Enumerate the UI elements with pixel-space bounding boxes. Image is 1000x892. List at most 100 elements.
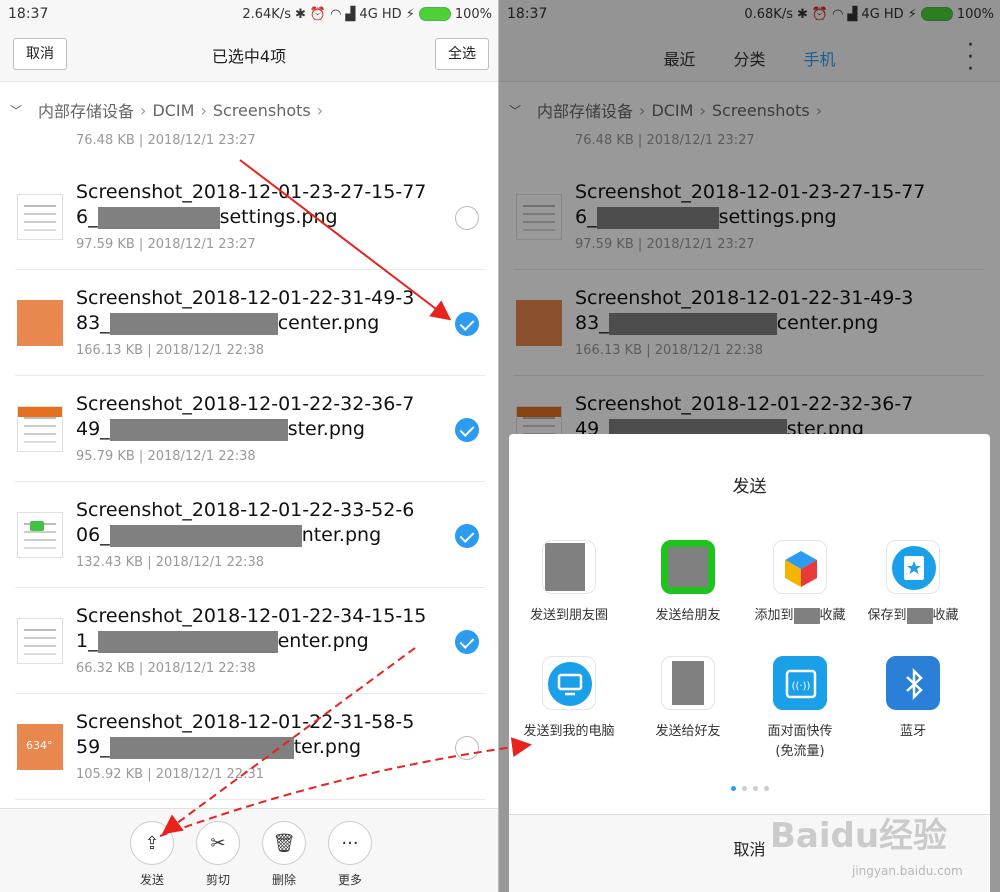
breadcrumb-item[interactable]: 内部存储设备: [38, 98, 134, 122]
star-save-icon: [886, 540, 940, 594]
signal-icon: ▟: [345, 6, 356, 22]
collapse-chevron-icon[interactable]: ﹀: [10, 102, 22, 119]
qq-icon: [661, 656, 715, 710]
cut-button[interactable]: ✂ 剪切: [188, 821, 248, 888]
file-meta: 132.43 KB | 2018/12/1 22:38: [76, 555, 264, 570]
app-label: 发送到朋友圈: [529, 608, 608, 623]
thumbnail-text: 634°: [26, 739, 53, 752]
wifi-icon: ◠: [330, 6, 342, 22]
file-size: 76.48 KB: [76, 133, 135, 148]
file-name: Screenshot_2018-12-01-22-32-36-7 49_ ster.…: [76, 393, 415, 441]
file-meta: 66.32 KB | 2018/12/1 22:38: [76, 661, 256, 676]
selection-title: 已选中4项: [211, 47, 287, 66]
share-friend-button[interactable]: 发送给朋友: [628, 540, 748, 626]
page-dot: [741, 786, 747, 791]
app-label: 添加到 收藏: [754, 607, 846, 624]
more-label: 更多: [337, 873, 362, 887]
chevron-right-icon: ›: [140, 100, 147, 120]
network-type: 4G HD: [359, 6, 402, 22]
save-favorites-button[interactable]: 保存到 收藏: [853, 540, 973, 626]
breadcrumb: ﹀ 内部存储设备 › DCIM › Screenshots ›: [0, 82, 498, 138]
file-name: Screenshot_2018-12-01-22-33-52-6 06_ nter.…: [76, 499, 415, 547]
bluetooth-status-icon: ✱: [294, 6, 306, 22]
file-meta: 166.13 KB | 2018/12/1 22:38: [76, 343, 264, 358]
app-label: 发送到我的电脑: [523, 724, 615, 739]
file-name: Screenshot_2018-12-01-22-34-15-15 1_ enter…: [76, 605, 427, 653]
file-thumbnail: [17, 406, 63, 452]
status-time: 18:37: [8, 6, 49, 22]
select-checkbox-checked[interactable]: [455, 630, 479, 654]
charging-icon: ⚡: [405, 6, 415, 22]
file-thumbnail: [17, 618, 63, 664]
face-transfer-icon: ((·)): [773, 656, 827, 710]
network-speed: 2.64K/s: [242, 6, 291, 22]
breadcrumb-item[interactable]: Screenshots: [213, 101, 311, 120]
chevron-right-icon: ›: [200, 100, 207, 120]
face-transfer-button[interactable]: ((·)) 面对面快传 (免流量): [740, 656, 860, 762]
file-thumbnail: [17, 194, 63, 240]
send-to-pc-button[interactable]: 发送到我的电脑: [509, 656, 629, 742]
breadcrumb-item[interactable]: DCIM: [152, 101, 194, 120]
page-dot: [763, 786, 769, 791]
bottom-action-bar: ⇪ 发送 ✂ 剪切 🗑 删除 ··· 更多: [0, 808, 498, 892]
more-dots-icon: ···: [328, 821, 372, 865]
share-moments-button[interactable]: 发送到朋友圈: [509, 540, 629, 626]
chevron-right-icon: ›: [316, 100, 324, 120]
file-name: Screenshot_2018-12-01-23-27-15-77 6_ setti…: [76, 181, 427, 229]
select-checkbox[interactable]: [455, 736, 479, 760]
redaction-block: [109, 736, 294, 759]
send-button[interactable]: ⇪ 发送: [122, 821, 182, 888]
bluetooth-share-button[interactable]: 蓝牙: [853, 656, 973, 742]
delete-button[interactable]: 🗑 删除: [254, 821, 314, 888]
selection-header: 取消 已选中4项 全选: [0, 28, 498, 82]
page-indicator: [509, 786, 990, 791]
file-manager-select-panel: 18:37 2.64K/s ✱ ⏰ ◠ ▟ 4G HD ⚡ 100% 取消 已选…: [0, 0, 498, 892]
share-upload-icon: ⇪: [130, 821, 174, 865]
send-to-qq-friend-button[interactable]: 发送给好友: [628, 656, 748, 742]
file-name: Screenshot_2018-12-01-22-31-49-3 83_ cente…: [76, 287, 415, 335]
file-row[interactable]: Screenshot_2018-12-01-23-27-15-77 6_ setti…: [15, 164, 485, 270]
redaction-block: [793, 607, 820, 624]
baidu-watermark: Baidu经验: [770, 816, 948, 856]
file-thumbnail: [17, 300, 63, 346]
file-meta: 105.92 KB | 2018/12/1 22:31: [76, 767, 264, 782]
battery-level: 100%: [454, 6, 492, 22]
app-label: 面对面快传 (免流量): [767, 724, 833, 759]
file-row[interactable]: Screenshot_2018-12-01-22-32-36-7 49_ ster.…: [15, 376, 485, 482]
app-label: 保存到 收藏: [867, 607, 959, 624]
delete-label: 删除: [271, 873, 296, 887]
file-row[interactable]: Screenshot_2018-12-01-22-34-15-15 1_ enter…: [15, 588, 485, 694]
redaction-block: [109, 418, 288, 441]
app-label: 发送给好友: [655, 724, 721, 739]
bluetooth-icon: [886, 656, 940, 710]
file-meta: 97.59 KB | 2018/12/1 23:27: [76, 237, 256, 252]
svg-text:((·)): ((·)): [792, 681, 811, 692]
battery-icon: [418, 7, 451, 21]
app-label: 发送给朋友: [655, 608, 721, 623]
app-label: 蓝牙: [899, 724, 926, 739]
select-checkbox-checked[interactable]: [455, 524, 479, 548]
send-label: 发送: [139, 873, 164, 887]
select-checkbox[interactable]: [455, 206, 479, 230]
redaction-block: [906, 607, 933, 624]
cut-label: 剪切: [205, 873, 230, 887]
moments-icon: [542, 540, 596, 594]
select-checkbox-checked[interactable]: [455, 312, 479, 336]
file-row[interactable]: Screenshot_2018-12-01-22-31-49-3 83_ cente…: [15, 270, 485, 376]
page-dot-active: [730, 786, 736, 791]
status-bar: 18:37 2.64K/s ✱ ⏰ ◠ ▟ 4G HD ⚡ 100%: [0, 0, 498, 28]
file-date: 2018/12/1 23:27: [147, 133, 256, 148]
redaction-block: [97, 206, 220, 229]
select-all-button[interactable]: 全选: [435, 38, 489, 70]
file-row[interactable]: Screenshot_2018-12-01-22-33-52-6 06_ nter.…: [15, 482, 485, 588]
select-checkbox-checked[interactable]: [455, 418, 479, 442]
redaction-block: [109, 312, 278, 335]
redaction-block: [109, 524, 302, 547]
trash-icon: 🗑: [262, 821, 306, 865]
more-button[interactable]: ··· 更多: [320, 821, 380, 888]
redaction-block: [97, 630, 278, 653]
file-row[interactable]: 634° Screenshot_2018-12-01-22-31-58-5 59_…: [15, 694, 485, 800]
share-sheet-panel: 18:37 0.68K/s ✱ ⏰ ◠ ▟ 4G HD ⚡ 100% 最近 分类…: [499, 0, 1000, 892]
page-dot: [752, 786, 758, 791]
add-favorites-button[interactable]: 添加到 收藏: [740, 540, 860, 626]
